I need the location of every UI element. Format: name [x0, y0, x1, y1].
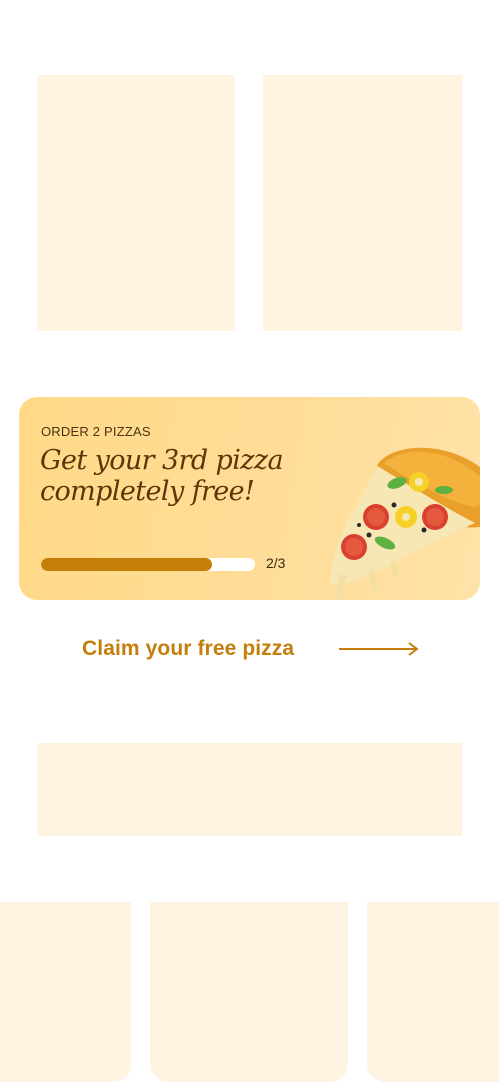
promo-eyebrow: ORDER 2 PIZZAS	[41, 424, 151, 439]
placeholder-card-bottom-right	[367, 902, 499, 1082]
progress-fill	[41, 558, 213, 571]
claim-label: Claim your free pizza	[82, 637, 295, 660]
placeholder-card-top-right	[263, 75, 462, 331]
arrow-right-icon	[339, 642, 419, 656]
placeholder-card-bottom-left	[0, 902, 131, 1082]
promo-card[interactable]: ORDER 2 PIZZAS Get your 3rd pizza comple…	[19, 397, 480, 600]
pizza-slice-icon	[330, 447, 480, 600]
placeholder-card-top-left	[37, 75, 235, 331]
placeholder-card-bottom-middle	[150, 902, 348, 1082]
placeholder-banner	[37, 743, 462, 836]
progress-label: 2/3	[266, 555, 286, 571]
claim-free-pizza-link[interactable]: Claim your free pizza	[82, 632, 422, 666]
promo-headline: Get your 3rd pizza completely free!	[40, 445, 284, 507]
progress-bar	[41, 558, 255, 571]
